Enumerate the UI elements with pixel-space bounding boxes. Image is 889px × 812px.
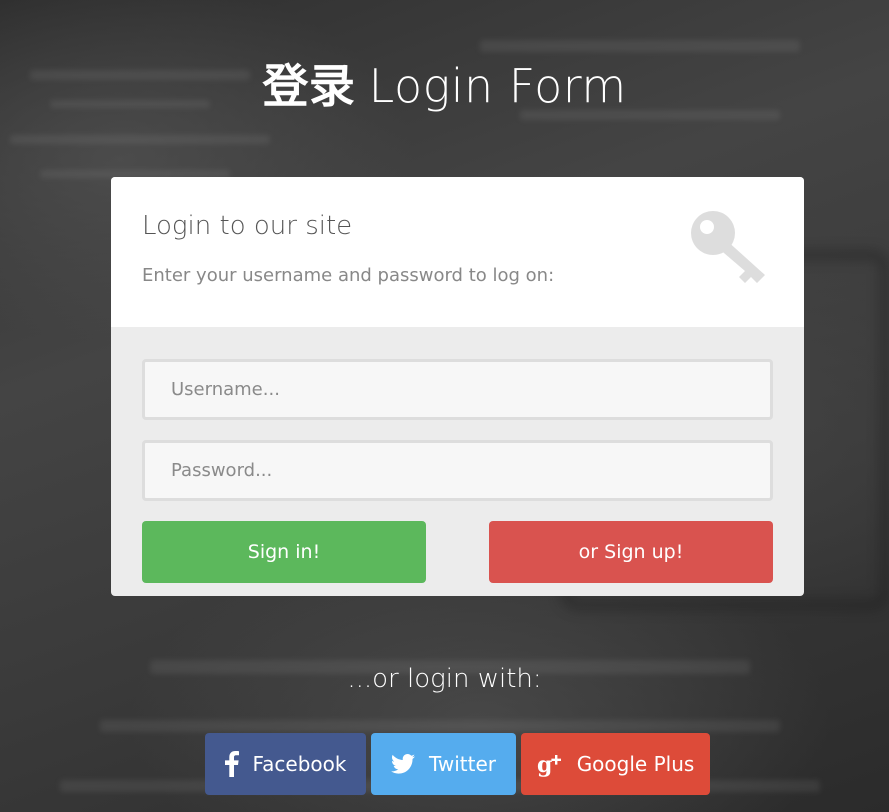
key-icon <box>691 211 765 283</box>
google-plus-label: Google Plus <box>576 752 695 776</box>
svg-text:g: g <box>537 752 552 777</box>
login-heading: Login to our site <box>142 211 353 241</box>
password-input[interactable] <box>142 440 773 501</box>
login-card: Login to our site Enter your username an… <box>111 177 804 596</box>
login-subheading: Enter your username and password to log … <box>142 265 555 286</box>
facebook-label: Facebook <box>252 752 347 776</box>
page-title-cn: 登录 <box>262 59 356 113</box>
google-plus-icon: g <box>537 752 561 777</box>
google-plus-login-button[interactable]: g Google Plus <box>521 733 710 795</box>
username-input[interactable] <box>142 359 773 420</box>
social-login-heading: ...or login with: <box>347 664 542 694</box>
twitter-login-button[interactable]: Twitter <box>371 733 516 795</box>
twitter-icon <box>390 754 415 774</box>
facebook-login-button[interactable]: Facebook <box>205 733 366 795</box>
sign-in-button[interactable]: Sign in! <box>142 521 426 583</box>
twitter-label: Twitter <box>428 752 497 776</box>
page-title: 登录 Login Form <box>0 50 889 116</box>
login-card-header: Login to our site Enter your username an… <box>111 177 804 327</box>
sign-up-button[interactable]: or Sign up! <box>489 521 773 583</box>
facebook-icon <box>224 751 239 777</box>
page-title-en: Login Form <box>368 59 627 113</box>
